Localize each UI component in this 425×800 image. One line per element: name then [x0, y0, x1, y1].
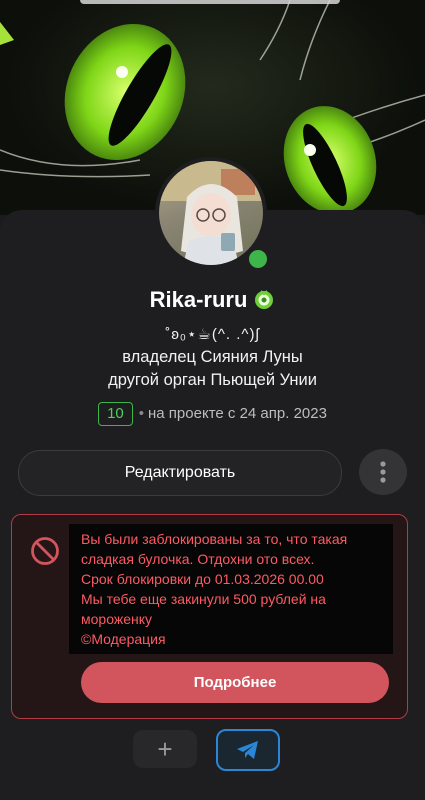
ban-icon — [31, 537, 59, 565]
username: Rika-ruru — [149, 287, 248, 312]
badge-icon[interactable] — [253, 288, 275, 310]
ban-line-6: ©Модерация — [81, 631, 166, 647]
more-options-button[interactable] — [359, 449, 407, 495]
ban-line-3: Срок блокировки до 01.03.2026 00.00 — [81, 571, 324, 587]
level-badge[interactable]: 10 — [98, 402, 133, 426]
ban-line-4: Мы тебе еще закинули 500 рублей на — [81, 591, 326, 607]
add-button[interactable]: + — [133, 730, 197, 768]
edit-profile-button[interactable]: Редактировать — [18, 450, 342, 496]
status-line-1: владелец Сияния Луны — [122, 348, 303, 366]
status-line-2: другой орган Пьющей Унии — [108, 371, 317, 389]
profile-name-row: Rika-ruru — [0, 287, 425, 313]
details-label: Подробнее — [193, 674, 277, 691]
more-vertical-icon — [380, 461, 386, 483]
telegram-icon — [237, 741, 258, 759]
ban-line-5: мороженку — [81, 611, 152, 627]
meta-separator: • — [138, 405, 145, 422]
ban-message: Вы были заблокированы за то, что такая с… — [69, 524, 393, 654]
status-bar-edge — [80, 0, 340, 4]
avatar-illustration — [159, 161, 263, 265]
join-date: на проекте с 24 апр. 2023 — [148, 405, 327, 422]
plus-icon: + — [157, 733, 173, 764]
ban-line-2: сладкая булочка. Отдохни ото всех. — [81, 551, 315, 567]
profile-meta: 10 • на проекте с 24 апр. 2023 — [0, 402, 425, 426]
edit-profile-label: Редактировать — [124, 464, 236, 481]
avatar — [159, 161, 263, 265]
online-indicator — [246, 247, 270, 271]
ban-line-1: Вы были заблокированы за то, что такая — [81, 531, 348, 547]
status-decor: ˚ʚ₀⋆☕︎(^. .^)ʃ — [165, 326, 260, 343]
telegram-button[interactable] — [216, 729, 280, 771]
details-button[interactable]: Подробнее — [81, 662, 389, 703]
